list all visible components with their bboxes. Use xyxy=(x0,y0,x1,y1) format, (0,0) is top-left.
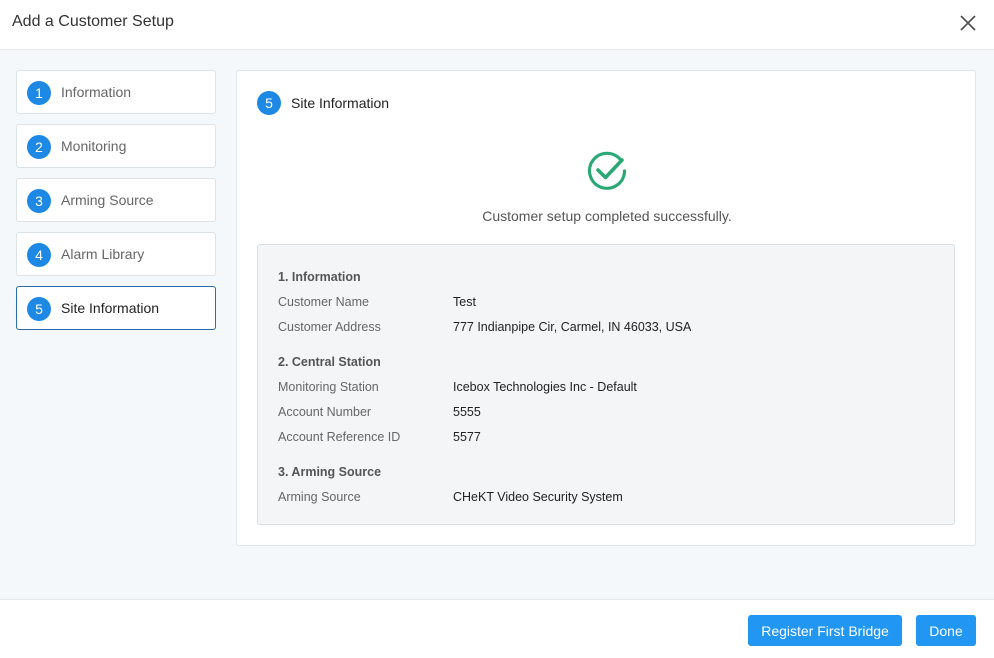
step-alarm-library[interactable]: 4 Alarm Library xyxy=(16,232,216,276)
account-reference-value: 5577 xyxy=(453,430,481,444)
step-site-information[interactable]: 5 Site Information xyxy=(16,286,216,330)
account-reference-label: Account Reference ID xyxy=(278,430,401,444)
close-icon[interactable] xyxy=(956,11,980,35)
register-first-bridge-button[interactable]: Register First Bridge xyxy=(748,615,902,646)
step-label: Information xyxy=(61,84,132,100)
customer-name-value: Test xyxy=(453,295,476,309)
customer-name-label: Customer Name xyxy=(278,295,369,309)
dialog-title: Add a Customer Setup xyxy=(12,13,174,30)
step-label: Alarm Library xyxy=(61,246,145,262)
step-label: Arming Source xyxy=(61,192,154,208)
dialog-header: Add a Customer Setup xyxy=(0,0,994,50)
check-circle-icon xyxy=(587,151,627,190)
step-number: 3 xyxy=(27,189,51,213)
arming-source-label: Arming Source xyxy=(278,490,361,504)
dialog-body: 1 Information 2 Monitoring 3 Arming Sour… xyxy=(0,50,994,599)
monitoring-station-value: Icebox Technologies Inc - Default xyxy=(453,380,637,394)
card-step-number: 5 xyxy=(257,91,281,115)
step-label: Monitoring xyxy=(61,138,127,154)
step-number: 5 xyxy=(27,297,51,321)
section-heading-central-station: 2. Central Station xyxy=(278,355,381,369)
account-number-label: Account Number xyxy=(278,405,372,419)
dialog-footer: Register First Bridge Done xyxy=(0,599,994,658)
summary-panel: 1. Information Customer Name Test Custom… xyxy=(257,244,955,525)
step-number: 4 xyxy=(27,243,51,267)
section-heading-information: 1. Information xyxy=(278,270,361,284)
customer-address-value: 777 Indianpipe Cir, Carmel, IN 46033, US… xyxy=(453,320,692,334)
step-label: Site Information xyxy=(61,300,160,316)
step-number: 1 xyxy=(27,81,51,105)
success-message: Customer setup completed successfully. xyxy=(482,208,732,224)
monitoring-station-label: Monitoring Station xyxy=(278,380,379,394)
step-information[interactable]: 1 Information xyxy=(16,70,216,114)
customer-address-label: Customer Address xyxy=(278,320,381,334)
done-button[interactable]: Done xyxy=(916,615,976,646)
step-number: 2 xyxy=(27,135,51,159)
site-information-card: 5 Site Information Customer setup comple… xyxy=(236,70,976,546)
arming-source-value: CHeKT Video Security System xyxy=(453,490,623,504)
section-heading-arming-source: 3. Arming Source xyxy=(278,465,382,479)
step-monitoring[interactable]: 2 Monitoring xyxy=(16,124,216,168)
step-arming-source[interactable]: 3 Arming Source xyxy=(16,178,216,222)
card-title: Site Information xyxy=(291,95,390,111)
account-number-value: 5555 xyxy=(453,405,481,419)
